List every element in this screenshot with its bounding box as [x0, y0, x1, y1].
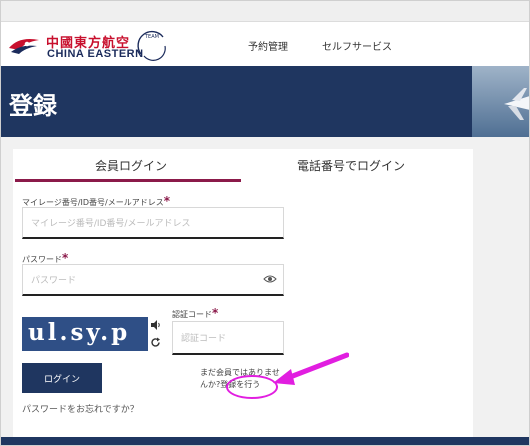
page-frame: 中國東方航空 CHINA EASTERN TEAM 予約管理 セルフサービス 登…	[0, 0, 530, 446]
captcha-code-input[interactable]: 認証コード	[172, 321, 284, 355]
captcha-image[interactable]: ul.sy.p	[22, 317, 148, 351]
tab-phone-login[interactable]: 電話番号でログイン	[291, 157, 411, 174]
forgot-password-link[interactable]: パスワードをお忘れですか？	[22, 402, 139, 415]
nav-self-service[interactable]: セルフサービス	[322, 38, 392, 53]
required-mark: *	[62, 251, 69, 265]
airplane-banner-image	[472, 66, 529, 137]
password-label-text: パスワード	[22, 255, 62, 264]
password-input[interactable]: パスワード	[22, 264, 284, 296]
account-label-text: マイレージ番号/ID番号/メールアドレス	[22, 198, 164, 207]
password-field-label: パスワード*	[22, 251, 68, 265]
banner	[1, 66, 529, 137]
brand-name-en[interactable]: CHINA EASTERN	[47, 48, 144, 60]
captcha-code-field-label: 認証コード*	[172, 306, 218, 320]
captcha-code-label-text: 認証コード	[172, 310, 212, 319]
top-strip	[1, 1, 529, 22]
captcha-text: ul.sy.p	[28, 319, 131, 346]
skyteam-logo-icon: TEAM	[137, 30, 166, 61]
annotation-arrow-icon	[273, 352, 349, 385]
account-input[interactable]: マイレージ番号/ID番号/メールアドレス	[22, 207, 284, 239]
eye-icon[interactable]	[263, 274, 277, 284]
required-mark: *	[212, 306, 219, 320]
nav-manage-booking[interactable]: 予約管理	[248, 38, 288, 53]
speaker-icon[interactable]	[150, 320, 161, 330]
refresh-icon[interactable]	[150, 337, 161, 348]
footer-bar	[1, 437, 529, 445]
account-field-label: マイレージ番号/ID番号/メールアドレス*	[22, 194, 170, 208]
skyteam-logo-text: TEAM	[144, 34, 159, 40]
active-tab-indicator	[15, 179, 241, 182]
login-button[interactable]: ログイン	[22, 363, 102, 393]
required-mark: *	[163, 194, 171, 208]
china-eastern-logo-icon[interactable]	[7, 34, 41, 56]
tab-member-login[interactable]: 会員ログイン	[81, 157, 181, 174]
page-title: 登録	[9, 92, 57, 120]
